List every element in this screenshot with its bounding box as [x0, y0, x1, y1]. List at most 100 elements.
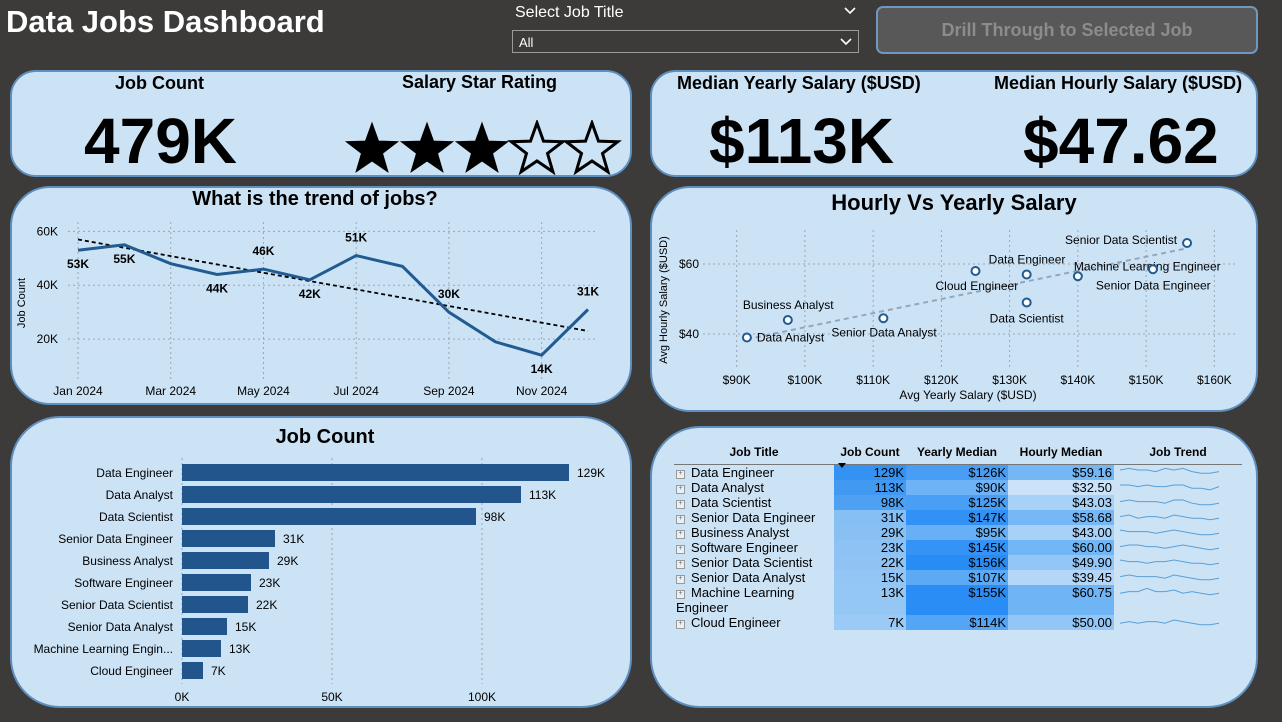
job-title-cell[interactable]: + Senior Data Analyst	[674, 570, 834, 585]
point-label: Machine Learning Engineer	[1074, 259, 1221, 273]
bar-value-label: 31K	[283, 532, 304, 546]
job-title-cell[interactable]: + Senior Data Engineer	[674, 510, 834, 525]
bar	[182, 464, 569, 481]
bar-category-label: Software Engineer	[74, 576, 173, 590]
scatter-point	[1021, 297, 1032, 308]
sparkline	[1119, 514, 1220, 521]
job-title-cell[interactable]: + Senior Data Scientist	[674, 555, 834, 570]
data-label: 42K	[299, 287, 321, 301]
job-title-cell[interactable]: + Business Analyst	[674, 525, 834, 540]
table-row[interactable]: + Cloud Engineer 7K $114K $50.00	[674, 615, 1242, 630]
table-row[interactable]: + Machine Learning Engineer 13K $155K $60.75	[674, 585, 1242, 615]
sparkline-path	[1119, 467, 1220, 474]
x-tick-label: $100K	[788, 373, 823, 387]
y-tick-label: 20K	[37, 332, 58, 346]
hourly-median-cell: $32.50	[1008, 480, 1114, 495]
table-row[interactable]: + Senior Data Engineer 31K $147K $58.68	[674, 510, 1242, 525]
star-filled-icon	[344, 121, 400, 173]
sparkline-path	[1119, 559, 1220, 566]
job-count-cell: 113K	[834, 480, 906, 495]
sparkline	[1119, 587, 1220, 596]
expand-icon[interactable]: +	[676, 575, 685, 584]
x-tick-label: $120K	[924, 373, 959, 387]
expand-icon[interactable]: +	[676, 545, 685, 554]
table-row[interactable]: + Software Engineer 23K $145K $60.00	[674, 540, 1242, 555]
table-row[interactable]: + Data Engineer 129K $126K $59.16	[674, 464, 1242, 480]
table-row[interactable]: + Data Scientist 98K $125K $43.03	[674, 495, 1242, 510]
page-title: Data Jobs Dashboard	[6, 4, 325, 39]
sparkline-path	[1119, 587, 1220, 596]
chevron-down-icon[interactable]	[843, 5, 857, 17]
job-count-cell: 15K	[834, 570, 906, 585]
job-title-cell[interactable]: + Machine Learning Engineer	[674, 585, 834, 615]
expand-icon[interactable]: +	[676, 560, 685, 569]
job-title-text: Data Scientist	[691, 495, 772, 510]
column-header-hourly-median[interactable]: Hourly Median	[1008, 440, 1114, 465]
sparkline-path	[1120, 484, 1220, 491]
job-count-cell: 22K	[834, 555, 906, 570]
bar-value-label: 23K	[259, 576, 280, 590]
expand-icon[interactable]: +	[676, 500, 685, 509]
x-tick-label: $140K	[1061, 373, 1096, 387]
table-row[interactable]: + Senior Data Analyst 15K $107K $39.45	[674, 570, 1242, 585]
drill-through-button[interactable]: Drill Through to Selected Job	[876, 6, 1258, 54]
point-label: Senior Data Analyst	[831, 325, 937, 339]
job-title-cell[interactable]: + Data Scientist	[674, 495, 834, 510]
job-title-cell[interactable]: + Software Engineer	[674, 540, 834, 555]
job-count-cell: 29K	[834, 525, 906, 540]
sparkline-path	[1119, 619, 1220, 626]
expand-icon[interactable]: +	[676, 515, 685, 524]
bar-value-label: 29K	[277, 554, 298, 568]
sparkline	[1119, 619, 1220, 626]
job-title-cell[interactable]: + Data Analyst	[674, 480, 834, 495]
hourly-median-cell: $43.00	[1008, 525, 1114, 540]
table-row[interactable]: + Business Analyst 29K $95K $43.00	[674, 525, 1242, 540]
star-filled-icon	[454, 121, 510, 173]
job-title-text: Senior Data Scientist	[691, 555, 813, 570]
expand-icon[interactable]: +	[676, 590, 685, 599]
y-tick-label: $60	[679, 257, 699, 271]
bar-value-label: 129K	[577, 466, 605, 480]
column-header-job-count[interactable]: Job Count	[834, 440, 906, 468]
sparkline	[1119, 544, 1220, 551]
median-yearly-salary-value: $113K	[709, 105, 895, 177]
job-title-text: Data Analyst	[691, 480, 764, 495]
star-empty-icon	[562, 120, 622, 175]
expand-icon[interactable]: +	[676, 485, 685, 494]
expand-icon[interactable]: +	[676, 620, 685, 629]
table-row[interactable]: + Senior Data Scientist 22K $156K $49.90	[674, 555, 1242, 570]
column-header-yearly-median[interactable]: Yearly Median	[906, 440, 1008, 465]
job-count-cell: 13K	[834, 585, 906, 615]
job-title-dropdown[interactable]: All	[512, 30, 859, 53]
table-row[interactable]: + Data Analyst 113K $90K $32.50	[674, 480, 1242, 495]
yearly-median-cell: $114K	[906, 615, 1008, 630]
x-tick-label: Mar 2024	[145, 384, 196, 398]
salary-scatter-card: Hourly Vs Yearly Salary $90K $100K $110K $1…	[650, 186, 1258, 412]
sparkline-path	[1119, 514, 1220, 521]
job-count-cell: 7K	[834, 615, 906, 630]
job-title-cell[interactable]: + Cloud Engineer	[674, 615, 834, 630]
x-tick-label: 0K	[175, 690, 190, 704]
column-header-job-title[interactable]: Job Title	[674, 440, 834, 465]
column-header-job-trend[interactable]: Job Trend	[1114, 440, 1242, 465]
x-tick-label: $150K	[1129, 373, 1164, 387]
bar	[182, 640, 221, 657]
data-label: 14K	[531, 362, 553, 376]
bar-category-label: Senior Data Scientist	[61, 598, 174, 612]
y-tick-label: 40K	[37, 278, 58, 292]
job-title-text: Software Engineer	[691, 540, 798, 555]
hourly-median-cell: $39.45	[1008, 570, 1114, 585]
sparkline	[1120, 484, 1220, 491]
column-header-label: Job Count	[840, 445, 900, 459]
expand-icon[interactable]: +	[676, 470, 685, 479]
job-title-text: Data Engineer	[691, 465, 775, 480]
job-title-cell[interactable]: + Data Engineer	[674, 465, 834, 480]
x-tick-label: 50K	[321, 690, 342, 704]
job-title-text: Machine Learning Engineer	[676, 585, 795, 615]
median-hourly-salary-label: Median Hourly Salary ($USD)	[994, 73, 1243, 93]
expand-icon[interactable]: +	[676, 530, 685, 539]
job-trend-cell	[1114, 510, 1242, 525]
job-trend-cell	[1114, 570, 1242, 585]
point-label: Data Engineer	[989, 253, 1066, 267]
yearly-median-cell: $155K	[906, 585, 1008, 615]
